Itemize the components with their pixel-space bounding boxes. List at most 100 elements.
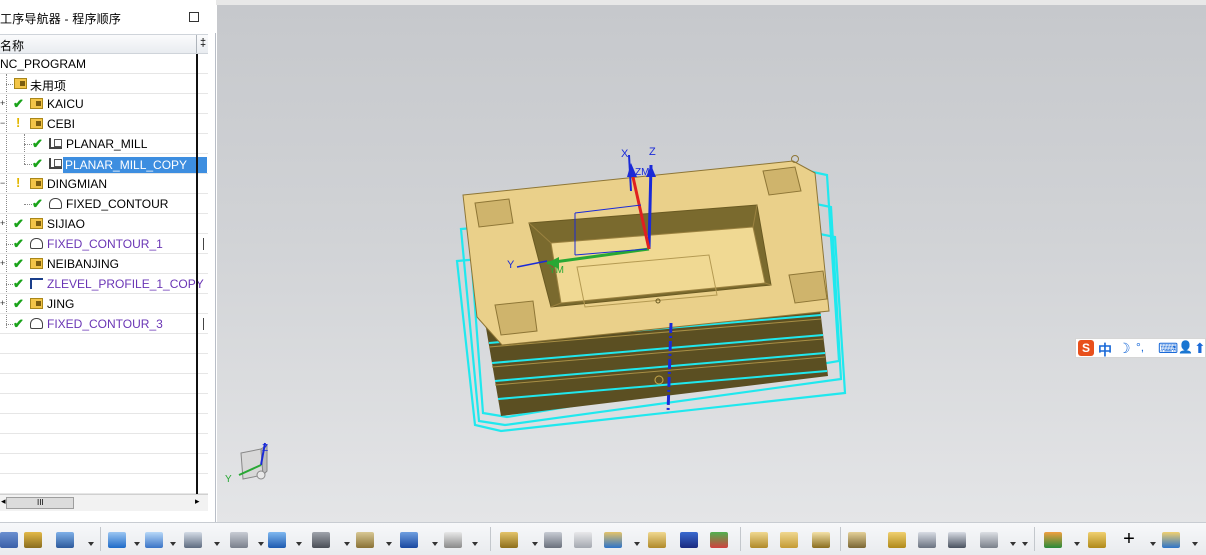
ime-user-icon[interactable]: 👤 [1178, 340, 1193, 354]
expand-icon[interactable]: + [0, 219, 7, 228]
horizontal-scrollbar[interactable]: ◂ III ▸ [0, 494, 208, 511]
text-annotation-icon[interactable] [400, 532, 418, 548]
tree-row-selected[interactable]: ✔ PLANAR_MILL_COPY [0, 154, 208, 174]
ime-arrow-icon[interactable]: ⬆ [1194, 340, 1206, 357]
dropdown-icon[interactable] [344, 542, 350, 546]
replay-toolpath-icon[interactable] [230, 532, 248, 548]
dropdown-icon[interactable] [258, 542, 264, 546]
view-orient-icon[interactable] [544, 532, 562, 548]
crosshair-icon[interactable]: + [1120, 529, 1138, 549]
edit-object-icon[interactable] [812, 532, 830, 548]
tree-label: FIXED_CONTOUR [66, 197, 169, 211]
dropdown-icon[interactable] [134, 542, 140, 546]
empty-row [0, 374, 208, 394]
create-method-icon[interactable] [108, 532, 126, 548]
expand-icon[interactable]: + [0, 99, 7, 108]
expand-icon[interactable]: + [0, 259, 7, 268]
list-toolpath-icon[interactable] [312, 532, 330, 548]
verify-toolpath-icon[interactable] [268, 532, 286, 548]
tree-row[interactable]: ✔ FIXED_CONTOUR_3 [0, 314, 208, 334]
tree-row-root[interactable]: NC_PROGRAM [0, 54, 208, 74]
z-axis-label: Z [649, 146, 656, 158]
dropdown-icon[interactable] [170, 542, 176, 546]
dropdown-icon[interactable] [1022, 542, 1028, 546]
create-geometry-icon[interactable] [56, 532, 74, 548]
folder-icon [30, 258, 43, 269]
analysis-icon[interactable] [948, 532, 966, 548]
dropdown-icon[interactable] [214, 542, 220, 546]
model-view[interactable]: X Z ZM Y YM Z Y [217, 5, 1206, 522]
dropdown-icon[interactable] [1010, 542, 1016, 546]
scroll-right-arrow[interactable]: ▸ [195, 496, 200, 507]
tree-row[interactable]: 未用项 [0, 74, 208, 94]
column-header[interactable]: 名称 ‡ [0, 34, 208, 54]
dropdown-icon[interactable] [432, 542, 438, 546]
dropdown-icon[interactable] [1074, 542, 1080, 546]
material-icon[interactable] [1044, 532, 1062, 548]
part-navigator-icon[interactable] [604, 532, 622, 548]
ime-toolbar[interactable]: S 中 ☽ °, ⌨ 👤 ⬆ [1075, 338, 1206, 358]
fixed-contour-icon [30, 318, 43, 329]
dropdown-icon[interactable] [472, 542, 478, 546]
measure-icon[interactable] [918, 532, 936, 548]
wcs-origin-icon[interactable] [500, 532, 518, 548]
maximize-icon[interactable] [189, 12, 199, 22]
section-view-icon[interactable] [848, 532, 866, 548]
create-tool-icon[interactable] [24, 532, 42, 548]
chain-link-icon[interactable] [888, 532, 906, 548]
inspect-icon[interactable] [444, 532, 462, 548]
column-more-icon[interactable]: ‡ [200, 37, 206, 49]
dropdown-icon[interactable] [634, 542, 640, 546]
create-program-icon[interactable] [0, 532, 18, 548]
dropdown-icon[interactable] [1150, 542, 1156, 546]
folder-icon [30, 178, 43, 189]
insert-icon[interactable] [1162, 532, 1180, 548]
tree-row[interactable]: ✔ PLANAR_MILL [0, 134, 208, 154]
tree-label: NEIBANJING [47, 257, 120, 271]
toolbar-separator [100, 527, 101, 551]
sogou-logo-icon[interactable]: S [1078, 340, 1094, 356]
triad-y-label: Y [225, 474, 232, 485]
tree-row[interactable]: − ! DINGMIAN [0, 174, 208, 194]
dropdown-icon[interactable] [296, 542, 302, 546]
ime-lang-toggle[interactable]: 中 [1098, 340, 1112, 360]
tree-row[interactable]: ✔ FIXED_CONTOUR_1 [0, 234, 208, 254]
expand-icon[interactable]: + [0, 299, 7, 308]
generate-toolpath-icon[interactable] [184, 532, 202, 548]
scroll-left-arrow[interactable]: ◂ [1, 496, 6, 507]
create-operation-icon[interactable] [145, 532, 163, 548]
dropdown-icon[interactable] [532, 542, 538, 546]
layer-icon[interactable] [574, 532, 592, 548]
toolbar-separator [490, 527, 491, 551]
ime-keyboard-icon[interactable]: ⌨ [1158, 340, 1178, 357]
postprocess-icon[interactable] [356, 532, 374, 548]
ime-punct-icon[interactable]: °, [1136, 340, 1144, 354]
tree-label: CEBI [47, 117, 76, 131]
tree-row[interactable]: + ✔ JING [0, 294, 208, 314]
link-icon[interactable] [1088, 532, 1106, 548]
tree-row[interactable]: − ! CEBI [0, 114, 208, 134]
graphics-window[interactable]: X Z ZM Y YM Z Y [217, 5, 1206, 522]
tree-row[interactable]: + ✔ NEIBANJING [0, 254, 208, 274]
show-hide-icon[interactable] [710, 532, 728, 548]
feature-icon[interactable] [980, 532, 998, 548]
tree-row[interactable]: ✔ ZLEVEL_PROFILE_1_COPY [0, 274, 208, 294]
move-object-icon[interactable] [750, 532, 768, 548]
render-style-icon[interactable] [780, 532, 798, 548]
ime-moon-icon[interactable]: ☽ [1118, 340, 1131, 357]
collapse-icon[interactable]: − [0, 179, 7, 188]
row-marker [203, 238, 204, 250]
dropdown-icon[interactable] [88, 542, 94, 546]
dropdown-icon[interactable] [386, 542, 392, 546]
collapse-icon[interactable]: − [0, 119, 7, 128]
column-separator[interactable] [196, 35, 197, 53]
tree-row[interactable]: + ✔ KAICU [0, 94, 208, 114]
empty-row [0, 434, 208, 454]
scroll-thumb[interactable]: III [6, 497, 74, 509]
selection-filter-icon[interactable] [680, 532, 698, 548]
tree-row[interactable]: + ✔ SIJIAO [0, 214, 208, 234]
dropdown-icon[interactable] [1192, 542, 1198, 546]
toolbar-separator [740, 527, 741, 551]
tree-row[interactable]: ✔ FIXED_CONTOUR [0, 194, 208, 214]
snap-point-icon[interactable] [648, 532, 666, 548]
